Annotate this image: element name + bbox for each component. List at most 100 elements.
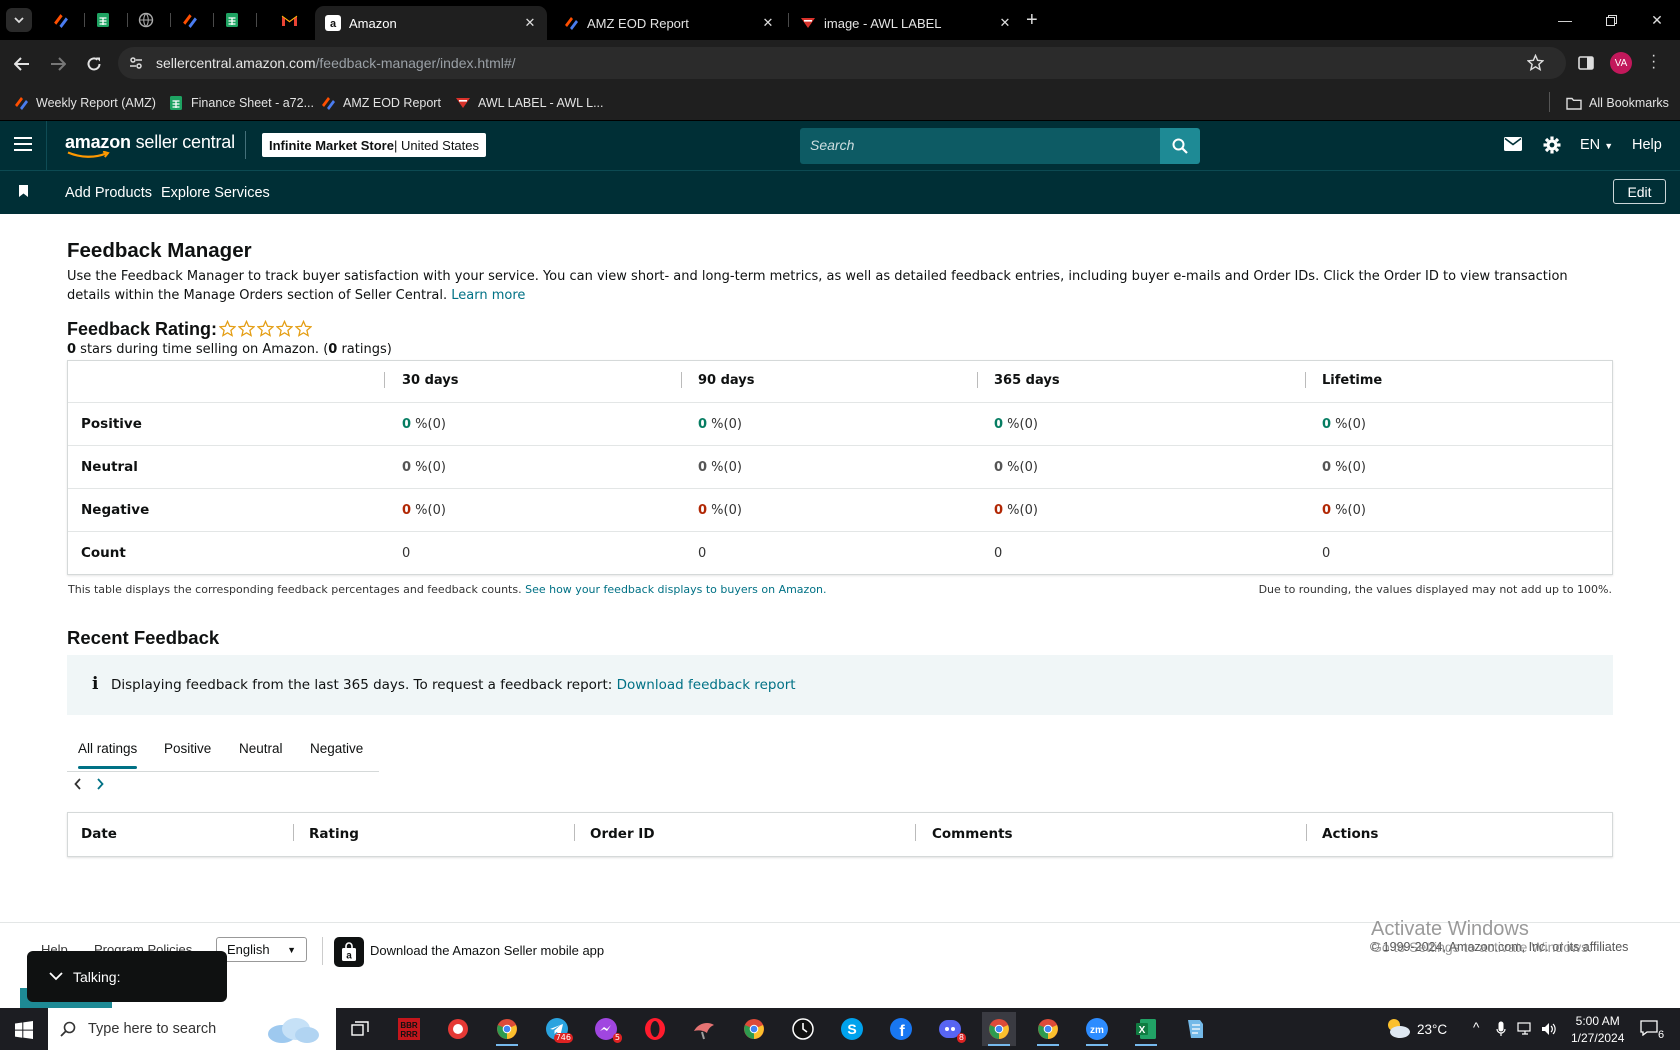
task-view-icon[interactable] xyxy=(343,1012,377,1046)
learn-more-link[interactable]: Learn more xyxy=(451,288,525,303)
close-tab-icon[interactable]: ✕ xyxy=(994,15,1016,31)
chrome-icon[interactable] xyxy=(737,1012,771,1046)
volume-icon[interactable] xyxy=(1541,1022,1557,1036)
chrome-menu-icon[interactable]: · · · xyxy=(1651,48,1656,76)
close-tab-icon[interactable]: ✕ xyxy=(757,15,779,31)
search-input[interactable]: Search xyxy=(800,128,1162,164)
taskbar-app-icon[interactable] xyxy=(441,1012,475,1046)
taskbar-app-icon[interactable]: BBR RRR xyxy=(392,1012,426,1046)
pinned-tab-gmail[interactable] xyxy=(271,7,307,33)
url-text[interactable]: sellercentral.amazon.com/feedback-manage… xyxy=(156,55,516,71)
gmail-icon xyxy=(281,15,297,26)
chevron-right-icon[interactable] xyxy=(96,778,104,790)
language-selector[interactable]: EN ▼ xyxy=(1580,137,1613,153)
hamburger-menu-icon[interactable] xyxy=(14,137,32,151)
tab-all-ratings[interactable]: All ratings xyxy=(78,741,137,756)
bookmark-star-icon[interactable] xyxy=(1527,54,1544,71)
notifications-icon[interactable] xyxy=(1640,1020,1658,1036)
bookmark-nav-icon[interactable] xyxy=(19,185,28,197)
bookmark-amz-eod-report[interactable]: AMZ EOD Report xyxy=(320,92,441,114)
back-icon[interactable] xyxy=(8,50,36,78)
tab-positive[interactable]: Positive xyxy=(164,741,211,756)
tab-negative[interactable]: Negative xyxy=(310,741,363,756)
search-button[interactable] xyxy=(1160,128,1200,164)
tab-amazon[interactable]: a Amazon ✕ xyxy=(315,6,547,40)
chevron-left-icon[interactable] xyxy=(74,778,82,790)
nav-add-products[interactable]: Add Products xyxy=(65,185,152,201)
show-hidden-icons-icon[interactable]: ^ xyxy=(1473,1020,1479,1035)
close-tab-icon[interactable]: ✕ xyxy=(519,15,541,31)
nav-explore-services[interactable]: Explore Services xyxy=(161,185,270,201)
side-panel-icon[interactable] xyxy=(1578,55,1594,71)
bookmark-awl-label[interactable]: AWL LABEL - AWL L... xyxy=(455,92,604,114)
svg-text:a: a xyxy=(346,951,352,962)
talking-widget[interactable]: Talking: xyxy=(27,951,227,1002)
pinned-tab-zapier[interactable] xyxy=(171,7,207,33)
system-clock[interactable]: 5:00 AM 1/27/2024 xyxy=(1571,1013,1624,1047)
tab-search-button[interactable] xyxy=(6,8,32,32)
neutral-lifetime: 0 %(0) xyxy=(1322,460,1366,475)
download-feedback-report-link[interactable]: Download feedback report xyxy=(617,677,796,693)
discord-badge: 8 xyxy=(956,1033,966,1043)
messenger-icon[interactable]: 5 xyxy=(589,1012,623,1046)
site-info-icon[interactable] xyxy=(128,55,144,71)
telegram-icon[interactable]: 746 xyxy=(540,1012,574,1046)
star-icon xyxy=(295,320,312,337)
tab-title: image - AWL LABEL xyxy=(824,15,942,31)
opera-icon[interactable] xyxy=(638,1012,672,1046)
facebook-icon[interactable]: f xyxy=(884,1012,918,1046)
new-tab-icon[interactable]: + xyxy=(1026,9,1038,32)
help-link[interactable]: Help xyxy=(1632,137,1662,153)
excel-icon[interactable]: X xyxy=(1129,1012,1163,1046)
reload-icon[interactable] xyxy=(80,50,108,78)
taskbar-search-placeholder: Type here to search xyxy=(88,1021,217,1037)
profile-avatar[interactable]: VA xyxy=(1610,52,1632,74)
forward-icon[interactable] xyxy=(44,50,72,78)
network-icon[interactable] xyxy=(1517,1022,1533,1036)
seller-app-icon[interactable]: a xyxy=(334,937,364,967)
temperature: 23°C xyxy=(1417,1022,1448,1037)
pinned-tab-zapier[interactable] xyxy=(42,7,78,33)
close-window-icon[interactable]: ✕ xyxy=(1634,0,1680,40)
download-app-link[interactable]: Download the Amazon Seller mobile app xyxy=(370,943,604,958)
tab-neutral[interactable]: Neutral xyxy=(239,741,283,756)
pinned-tab-sheets[interactable] xyxy=(85,7,121,33)
skype-icon[interactable]: S xyxy=(835,1012,869,1046)
mail-icon[interactable] xyxy=(1504,137,1522,151)
taskbar-app-icon[interactable] xyxy=(687,1012,721,1046)
clock-time: 5:00 AM xyxy=(1575,1014,1620,1028)
restore-window-icon[interactable] xyxy=(1588,0,1634,40)
chevron-down-icon xyxy=(14,16,24,23)
settings-gear-icon[interactable] xyxy=(1543,136,1561,154)
rating-stars-value: 0 xyxy=(67,342,77,357)
pinned-tab-globe[interactable] xyxy=(128,7,164,33)
feedback-display-link[interactable]: See how your feedback displays to buyers… xyxy=(525,583,826,596)
bookmark-weekly-report[interactable]: Weekly Report (AMZ) xyxy=(13,92,156,114)
edit-nav-button[interactable]: Edit xyxy=(1613,179,1666,204)
chrome-active-icon[interactable] xyxy=(982,1012,1016,1046)
discord-icon[interactable]: 8 xyxy=(933,1012,967,1046)
bookmark-finance-sheet[interactable]: Finance Sheet - a72... xyxy=(168,92,314,114)
clock-app-icon[interactable] xyxy=(786,1012,820,1046)
tab-awl-label[interactable]: image - AWL LABEL ✕ xyxy=(790,6,1022,40)
tab-amz-eod-report[interactable]: AMZ EOD Report ✕ xyxy=(553,6,785,40)
zoom-icon[interactable]: zm xyxy=(1080,1012,1114,1046)
chrome-profile-w-icon[interactable] xyxy=(1031,1012,1065,1046)
notifications-count: 6 xyxy=(1658,1029,1665,1041)
star-icon xyxy=(219,320,236,337)
seller-central-logo[interactable]: amazon seller central xyxy=(65,132,235,153)
footer-language-select[interactable]: English ▼ xyxy=(216,937,307,962)
notepad-icon[interactable] xyxy=(1178,1012,1212,1046)
store-selector[interactable]: Infinite Market Store | United States xyxy=(262,133,487,157)
page-description: Use the Feedback Manager to track buyer … xyxy=(67,268,1597,305)
chrome-profile-icon[interactable] xyxy=(490,1012,524,1046)
minimize-window-icon[interactable]: — xyxy=(1542,0,1588,40)
negative-30-days: 0 %(0) xyxy=(402,503,446,518)
windows-start-icon[interactable] xyxy=(15,1021,33,1039)
all-bookmarks-button[interactable]: All Bookmarks xyxy=(1566,92,1669,114)
pinned-tab-sheets[interactable] xyxy=(214,7,250,33)
zapier-icon xyxy=(13,95,29,111)
value: 0 xyxy=(698,417,708,432)
weather-icon[interactable] xyxy=(1385,1017,1411,1039)
microphone-icon[interactable] xyxy=(1496,1021,1506,1037)
